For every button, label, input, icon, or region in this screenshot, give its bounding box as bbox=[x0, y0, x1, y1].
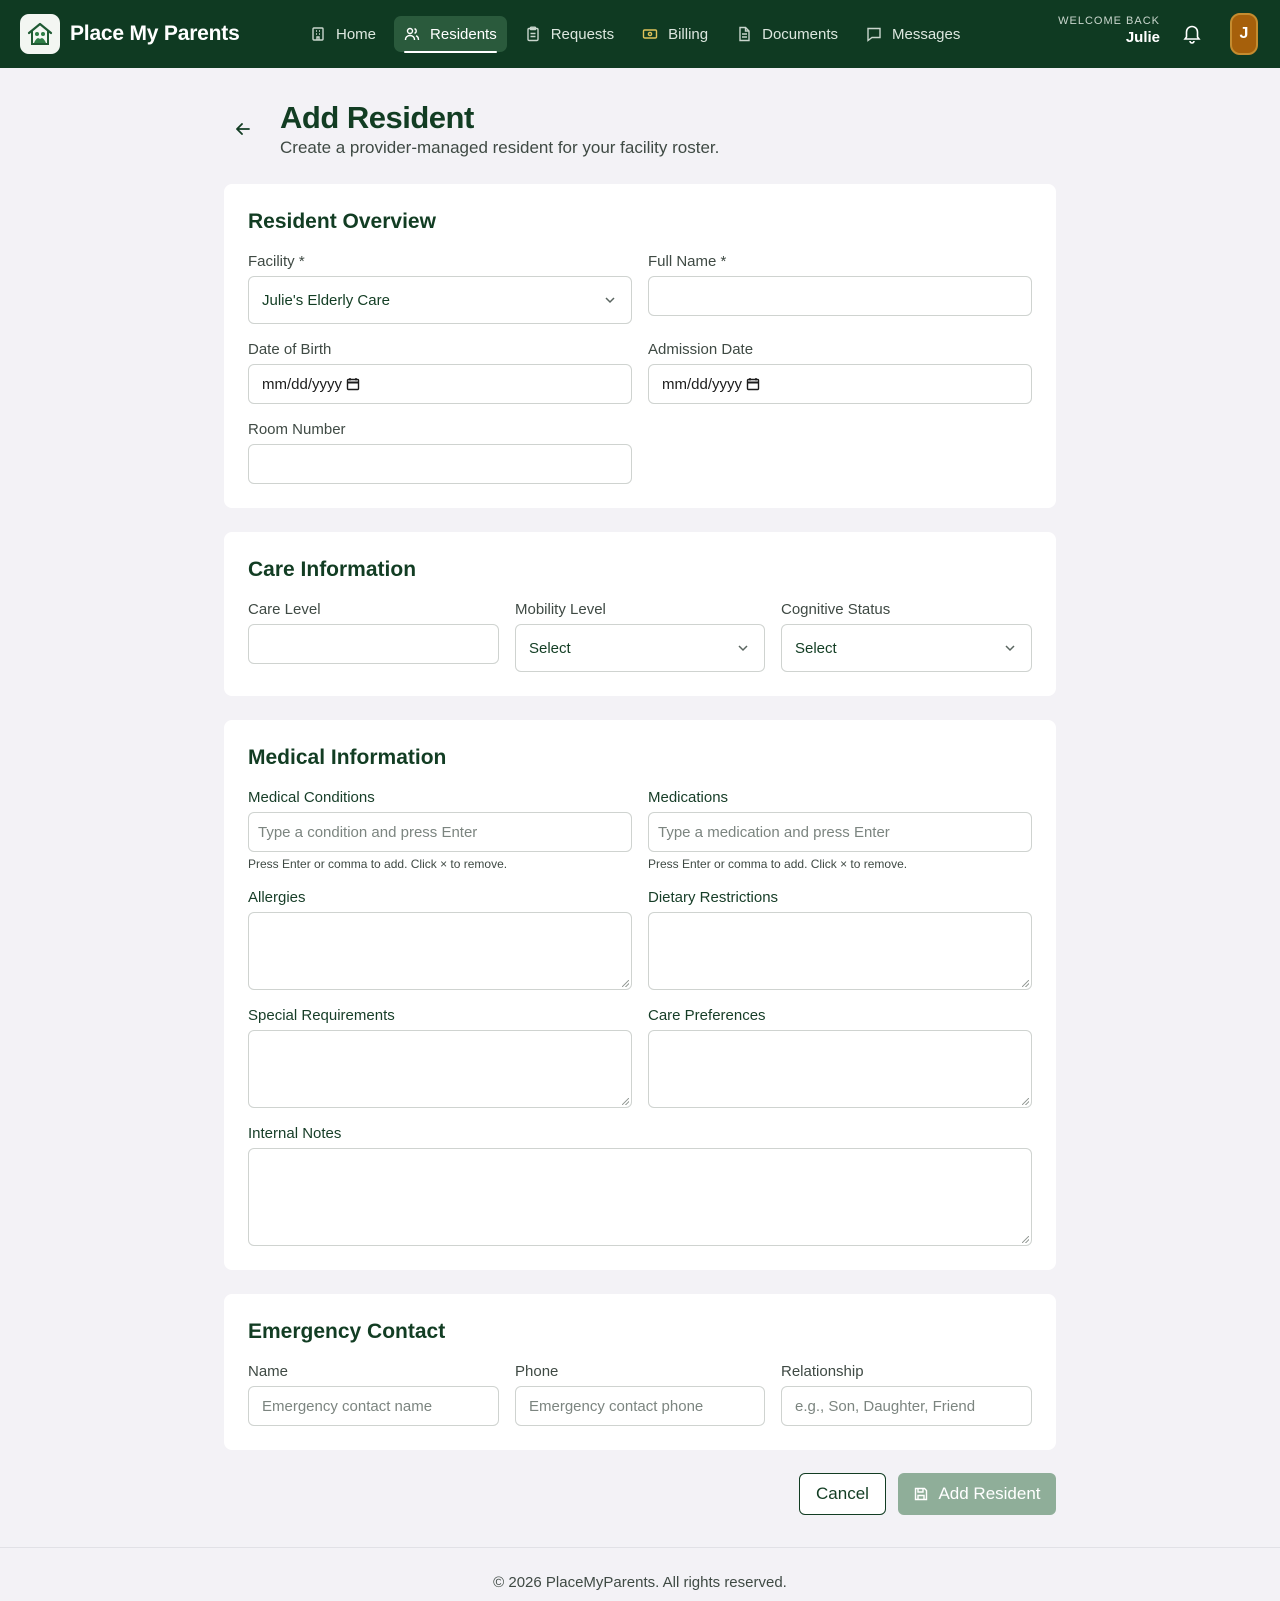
back-arrow-icon[interactable] bbox=[234, 120, 252, 138]
allergies-textarea[interactable] bbox=[248, 912, 632, 990]
add-resident-button[interactable]: Add Resident bbox=[898, 1473, 1056, 1515]
special-requirements-textarea[interactable] bbox=[248, 1030, 632, 1108]
message-icon bbox=[866, 26, 882, 42]
medications-placeholder: Type a medication and press Enter bbox=[658, 823, 890, 841]
cancel-button[interactable]: Cancel bbox=[799, 1473, 886, 1515]
chevron-down-icon bbox=[605, 297, 615, 304]
medications-input[interactable]: Type a medication and press Enter bbox=[648, 812, 1032, 852]
nav-item-documents[interactable]: Documents bbox=[726, 16, 848, 52]
emergency-name-placeholder: Emergency contact name bbox=[262, 1397, 433, 1415]
date-of-birth-value: mm/dd/yyyy bbox=[262, 375, 343, 393]
avatar[interactable]: J bbox=[1230, 13, 1258, 55]
chevron-down-icon bbox=[738, 645, 748, 652]
nav-item-billing[interactable]: Billing bbox=[632, 16, 718, 52]
room-number-input[interactable] bbox=[248, 444, 632, 484]
bell-icon[interactable] bbox=[1181, 22, 1203, 44]
internal-notes-label: Internal Notes bbox=[248, 1125, 342, 1142]
nav-item-requests[interactable]: Requests bbox=[515, 16, 624, 52]
user-name: Julie bbox=[1125, 29, 1160, 46]
mobility-level-value: Select bbox=[529, 639, 571, 657]
emergency-name-label: Name bbox=[248, 1363, 289, 1380]
admission-date-value: mm/dd/yyyy bbox=[662, 375, 743, 393]
building-icon bbox=[310, 26, 326, 42]
footer-copyright: © 2026 PlaceMyParents. All rights reserv… bbox=[493, 1574, 787, 1591]
nav-label: Residents bbox=[430, 25, 497, 43]
section-title: Resident Overview bbox=[248, 210, 436, 233]
nav-item-home[interactable]: Home bbox=[300, 16, 386, 52]
emergency-phone-placeholder: Emergency contact phone bbox=[529, 1397, 704, 1415]
care-preferences-label: Care Preferences bbox=[648, 1007, 766, 1024]
nav-item-residents[interactable]: Residents bbox=[394, 16, 507, 53]
care-level-label: Care Level bbox=[248, 601, 321, 618]
top-nav-bar: Place My Parents Home Residents Requests… bbox=[0, 0, 1280, 68]
section-title: Medical Information bbox=[248, 746, 447, 769]
medical-information-card: Medical Information Medical Conditions T… bbox=[224, 720, 1056, 1270]
medical-conditions-hint: Press Enter or comma to add. Click × to … bbox=[248, 857, 508, 871]
internal-notes-textarea[interactable] bbox=[248, 1148, 1032, 1246]
date-of-birth-label: Date of Birth bbox=[248, 341, 332, 358]
relationship-label: Relationship bbox=[781, 1363, 864, 1380]
resident-overview-card: Resident Overview Facility * Julie's Eld… bbox=[224, 184, 1056, 508]
facility-label: Facility * bbox=[248, 253, 305, 270]
emergency-name-input[interactable]: Emergency contact name bbox=[248, 1386, 499, 1426]
medical-conditions-input[interactable]: Type a condition and press Enter bbox=[248, 812, 632, 852]
medications-label: Medications bbox=[648, 789, 729, 806]
facility-value: Julie's Elderly Care bbox=[262, 291, 390, 309]
allergies-label: Allergies bbox=[248, 889, 306, 906]
room-number-label: Room Number bbox=[248, 421, 346, 438]
nav-label: Messages bbox=[892, 25, 961, 43]
house-family-logo-icon bbox=[20, 14, 60, 54]
admission-date-label: Admission Date bbox=[648, 341, 754, 358]
emergency-contact-card: Emergency Contact Name Emergency contact… bbox=[224, 1294, 1056, 1450]
calendar-icon[interactable] bbox=[346, 377, 360, 391]
footer: © 2026 PlaceMyParents. All rights reserv… bbox=[0, 1547, 1280, 1601]
document-icon bbox=[736, 26, 752, 42]
full-name-label: Full Name * bbox=[648, 253, 727, 270]
emergency-phone-label: Phone bbox=[515, 1363, 559, 1380]
nav-label: Billing bbox=[668, 25, 709, 43]
mobility-level-label: Mobility Level bbox=[515, 601, 606, 618]
nav-label: Documents bbox=[762, 25, 838, 43]
emergency-phone-input[interactable]: Emergency contact phone bbox=[515, 1386, 765, 1426]
mobility-level-select[interactable]: Select bbox=[515, 624, 765, 672]
care-preferences-textarea[interactable] bbox=[648, 1030, 1032, 1108]
nav-label: Home bbox=[336, 25, 377, 43]
add-resident-label: Add Resident bbox=[938, 1484, 1041, 1503]
facility-select[interactable]: Julie's Elderly Care bbox=[248, 276, 632, 324]
brand[interactable]: Place My Parents bbox=[20, 14, 240, 54]
nav-label: Requests bbox=[550, 25, 615, 43]
page-title: Add Resident bbox=[280, 100, 474, 135]
calendar-icon[interactable] bbox=[746, 377, 760, 391]
page-subtitle: Create a provider-managed resident for y… bbox=[280, 138, 720, 157]
banknote-icon bbox=[642, 26, 658, 42]
medications-hint: Press Enter or comma to add. Click × to … bbox=[648, 857, 908, 871]
chevron-down-icon bbox=[1005, 645, 1015, 652]
nav-item-messages[interactable]: Messages bbox=[856, 16, 970, 52]
cognitive-status-select[interactable]: Select bbox=[781, 624, 1032, 672]
dietary-restrictions-textarea[interactable] bbox=[648, 912, 1032, 990]
users-icon bbox=[404, 26, 420, 42]
admission-date-input[interactable]: mm/dd/yyyy bbox=[648, 364, 1032, 404]
welcome-label: WELCOME BACK bbox=[1058, 15, 1160, 27]
brand-name: Place My Parents bbox=[70, 22, 240, 45]
full-name-input[interactable] bbox=[648, 276, 1032, 316]
relationship-input[interactable]: e.g., Son, Daughter, Friend bbox=[781, 1386, 1032, 1426]
special-requirements-label: Special Requirements bbox=[248, 1007, 395, 1024]
welcome-block: WELCOME BACK Julie bbox=[1058, 15, 1160, 46]
medical-conditions-placeholder: Type a condition and press Enter bbox=[258, 823, 478, 841]
care-information-card: Care Information Care Level Mobility Lev… bbox=[224, 532, 1056, 696]
dietary-restrictions-label: Dietary Restrictions bbox=[648, 889, 779, 906]
medical-conditions-label: Medical Conditions bbox=[248, 789, 375, 806]
clipboard-icon bbox=[525, 26, 541, 42]
save-icon bbox=[913, 1486, 929, 1502]
section-title: Care Information bbox=[248, 558, 417, 581]
cognitive-status-label: Cognitive Status bbox=[781, 601, 891, 618]
date-of-birth-input[interactable]: mm/dd/yyyy bbox=[248, 364, 632, 404]
care-level-input[interactable] bbox=[248, 624, 499, 664]
main-nav: Home Residents Requests Billing Document… bbox=[300, 16, 978, 53]
section-title: Emergency Contact bbox=[248, 1320, 446, 1343]
relationship-placeholder: e.g., Son, Daughter, Friend bbox=[795, 1397, 976, 1415]
cognitive-status-value: Select bbox=[795, 639, 837, 657]
